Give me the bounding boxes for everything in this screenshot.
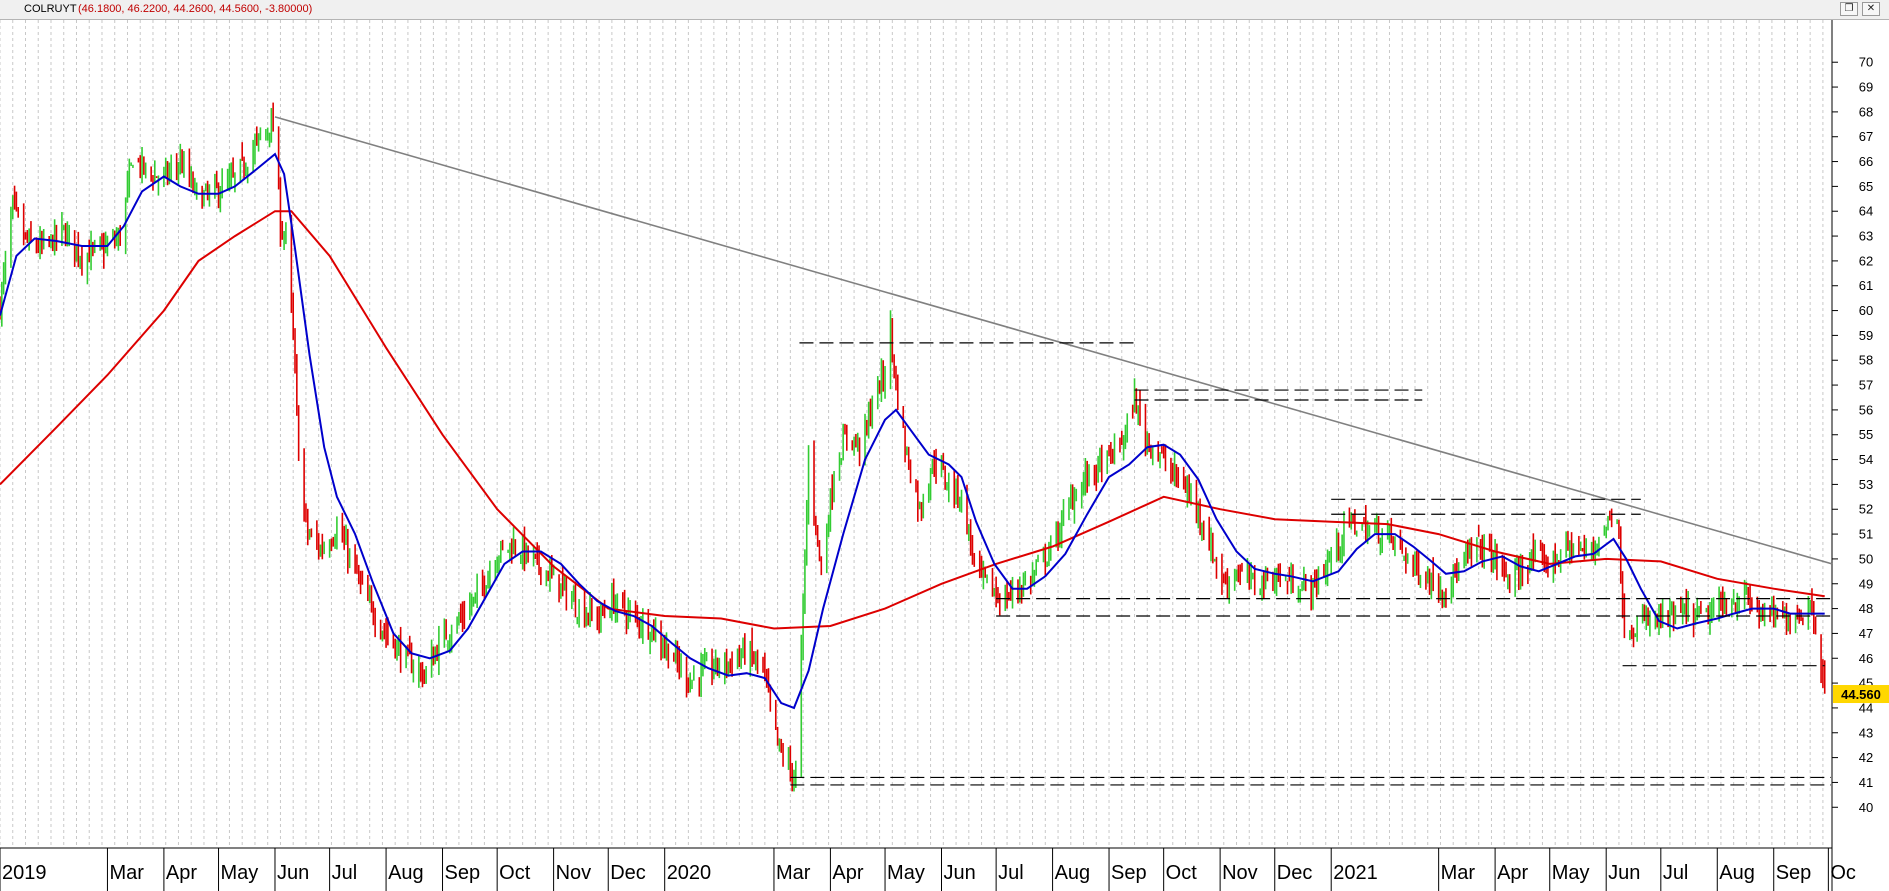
x-tick-label: Jun (943, 862, 975, 884)
y-tick-label: 46 (1859, 651, 1873, 666)
x-tick-label: Jul (1663, 862, 1689, 884)
x-tick-label: Oct (1166, 862, 1198, 884)
x-tick-label: Aug (388, 862, 424, 884)
x-tick-label: Sep (1776, 862, 1812, 884)
x-tick-label: Mar (776, 862, 811, 884)
title-bar: COLRUYT (46.1800, 46.2200, 44.2600, 44.5… (0, 0, 1889, 20)
x-tick-label: Jun (277, 862, 309, 884)
x-tick-label: 2019 (2, 862, 47, 884)
y-tick-label: 51 (1859, 527, 1873, 542)
x-tick-label: Oct (499, 862, 531, 884)
y-tick-label: 68 (1859, 104, 1873, 119)
x-tick-label: Aug (1055, 862, 1091, 884)
x-tick-label: Jul (998, 862, 1024, 884)
x-tick-label: Jun (1608, 862, 1640, 884)
y-tick-label: 70 (1859, 55, 1873, 70)
x-tick-label: Apr (166, 862, 197, 884)
y-tick-label: 52 (1859, 502, 1873, 517)
x-tick-label: May (1552, 862, 1590, 884)
y-tick-label: 40 (1859, 800, 1873, 815)
y-tick-label: 53 (1859, 477, 1873, 492)
x-tick-label: May (887, 862, 925, 884)
y-tick-label: 49 (1859, 576, 1873, 591)
y-tick-label: 58 (1859, 353, 1873, 368)
y-tick-label: 60 (1859, 303, 1873, 318)
y-tick-label: 43 (1859, 725, 1873, 740)
last-price-label: 44.560 (1841, 687, 1881, 702)
y-tick-label: 56 (1859, 402, 1873, 417)
ticker-symbol: COLRUYT (24, 3, 77, 15)
x-tick-label: Apr (832, 862, 863, 884)
x-tick-label: Oc (1830, 862, 1856, 884)
plot-background (0, 20, 1889, 891)
chart-window: COLRUYT (46.1800, 46.2200, 44.2600, 44.5… (0, 0, 1889, 891)
x-tick-label: Nov (1222, 862, 1258, 884)
x-tick-label: Dec (610, 862, 646, 884)
x-tick-label: Sep (445, 862, 481, 884)
y-tick-label: 63 (1859, 229, 1873, 244)
y-tick-label: 48 (1859, 601, 1873, 616)
y-tick-label: 69 (1859, 80, 1873, 95)
restore-window-button[interactable]: ❐ (1840, 2, 1858, 16)
y-tick-label: 61 (1859, 278, 1873, 293)
y-tick-label: 65 (1859, 179, 1873, 194)
y-tick-label: 50 (1859, 551, 1873, 566)
y-tick-label: 42 (1859, 750, 1873, 765)
x-tick-label: May (221, 862, 259, 884)
x-tick-label: Apr (1497, 862, 1528, 884)
y-tick-label: 62 (1859, 253, 1873, 268)
y-tick-label: 55 (1859, 427, 1873, 442)
y-tick-label: 47 (1859, 626, 1873, 641)
x-tick-label: Nov (556, 862, 592, 884)
y-tick-label: 57 (1859, 378, 1873, 393)
x-tick-label: Dec (1277, 862, 1313, 884)
x-tick-label: Jul (332, 862, 358, 884)
ohlc-readout: (46.1800, 46.2200, 44.2600, 44.5600, -3.… (78, 3, 313, 15)
y-tick-label: 64 (1859, 204, 1873, 219)
y-tick-label: 54 (1859, 452, 1873, 467)
x-tick-label: Mar (1441, 862, 1476, 884)
x-tick-label: Mar (109, 862, 144, 884)
y-tick-label: 66 (1859, 154, 1873, 169)
y-tick-label: 67 (1859, 129, 1873, 144)
x-tick-label: 2021 (1333, 862, 1378, 884)
x-tick-label: Sep (1111, 862, 1147, 884)
x-tick-label: 2020 (667, 862, 712, 884)
price-chart[interactable]: 4041424344454647484950515253545556575859… (0, 20, 1889, 891)
close-window-button[interactable]: ✕ (1862, 2, 1880, 16)
y-tick-label: 41 (1859, 775, 1873, 790)
x-tick-label: Aug (1719, 862, 1755, 884)
y-tick-label: 59 (1859, 328, 1873, 343)
